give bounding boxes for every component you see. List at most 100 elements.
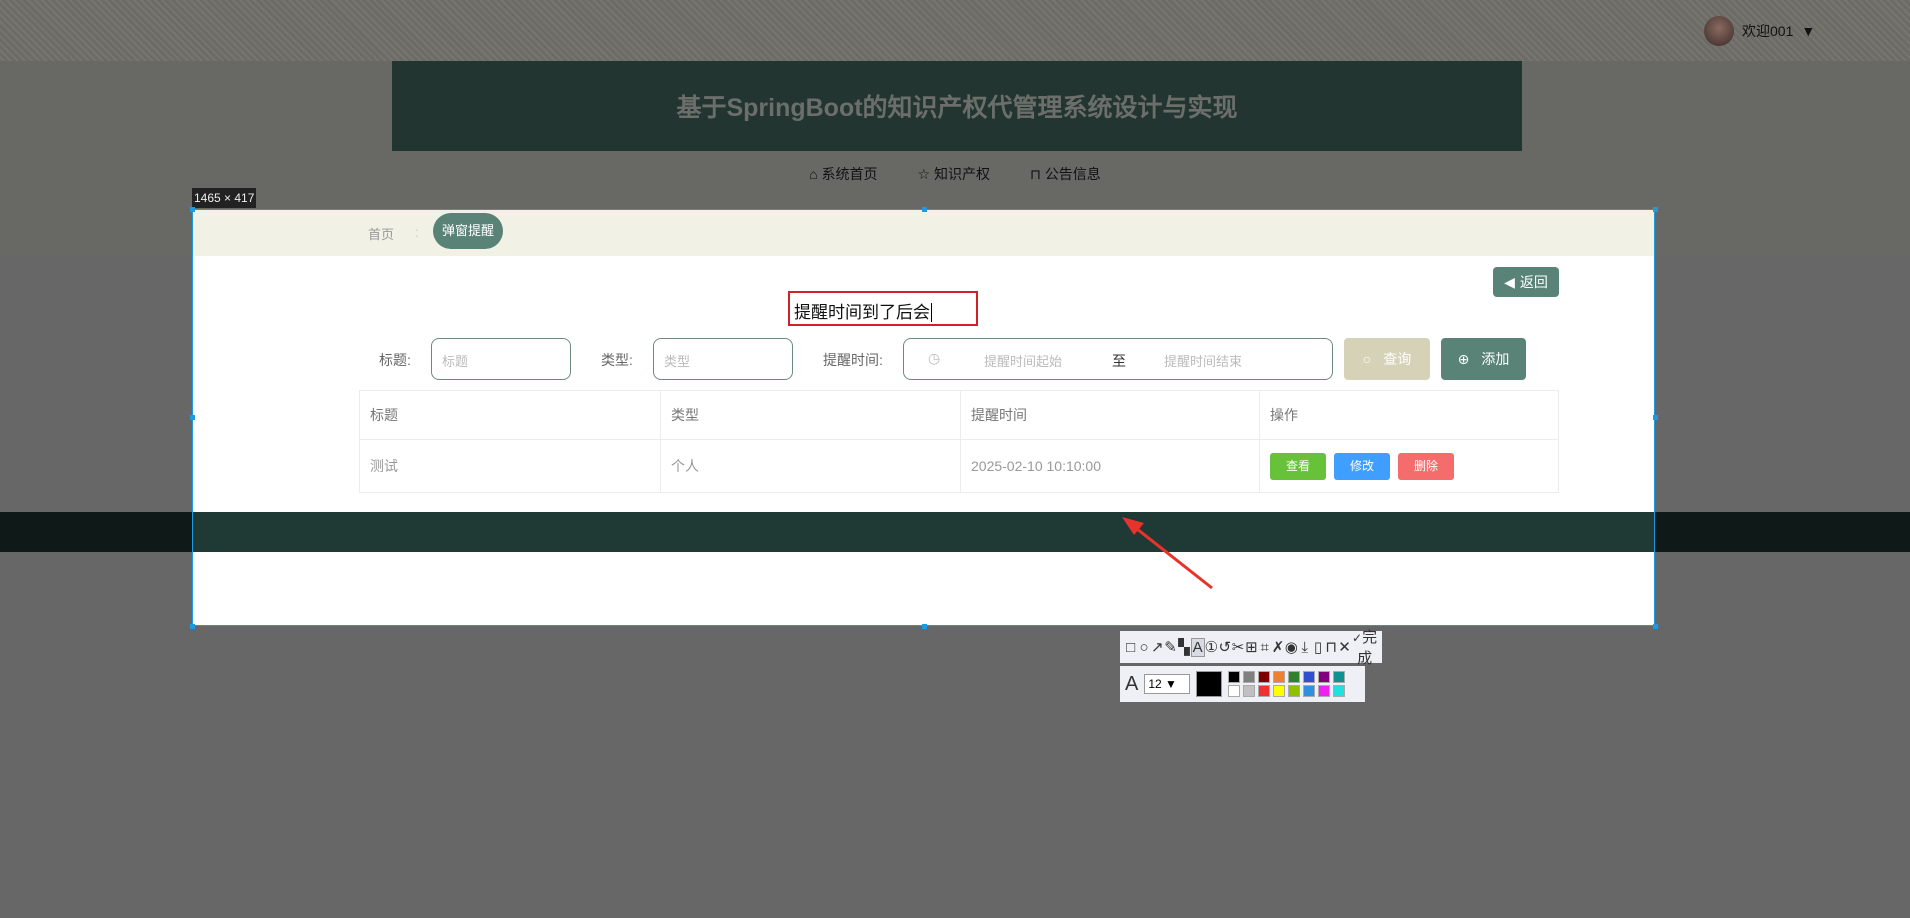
column-header: 操作 bbox=[1259, 390, 1559, 440]
color-swatch[interactable] bbox=[1243, 685, 1256, 697]
breadcrumb: 首页 : 弹窗提醒 bbox=[193, 210, 1654, 256]
color-swatch[interactable] bbox=[1228, 685, 1241, 697]
breadcrumb-separator: : bbox=[415, 224, 419, 240]
scissors-icon[interactable]: ✂ bbox=[1231, 638, 1245, 656]
color-swatch[interactable] bbox=[1243, 671, 1256, 683]
ocr-icon[interactable]: ⌗ bbox=[1258, 639, 1271, 656]
avatar bbox=[1704, 16, 1734, 46]
start-time-input[interactable]: 提醒时间起始 bbox=[984, 351, 1062, 370]
mosaic-icon[interactable]: ▚ bbox=[1177, 638, 1190, 656]
title-label: 标题: bbox=[379, 352, 411, 368]
view-button[interactable]: 查看 bbox=[1270, 452, 1326, 480]
current-color[interactable] bbox=[1196, 671, 1223, 697]
color-swatch[interactable] bbox=[1333, 685, 1346, 697]
color-palette bbox=[1228, 671, 1346, 697]
ellipse-icon[interactable]: ○ bbox=[1137, 639, 1150, 656]
main-nav: ⌂ 系统首页 ☆ 知识产权 ⊓ 公告信息 bbox=[0, 164, 1910, 184]
plus-circle-icon: ⊕ bbox=[1457, 350, 1470, 367]
top-bar bbox=[0, 0, 1910, 61]
bookmark-icon[interactable]: ⊓ bbox=[1325, 638, 1338, 656]
resize-handle[interactable] bbox=[190, 207, 195, 212]
breadcrumb-home[interactable]: 首页 bbox=[368, 224, 394, 243]
site-title-banner: 基于SpringBoot的知识产权代管理系统设计与实现 bbox=[392, 61, 1522, 151]
arrow-icon[interactable]: ↗ bbox=[1151, 638, 1164, 656]
add-button[interactable]: ⊕ 添加 bbox=[1441, 338, 1526, 380]
translate-icon[interactable]: ⊞ bbox=[1245, 638, 1258, 656]
close-icon[interactable]: ✕ bbox=[1338, 638, 1351, 656]
pin-icon[interactable]: ✗ bbox=[1271, 638, 1285, 656]
footer-band-inner bbox=[193, 512, 1654, 552]
welcome-text: 欢迎001 bbox=[1742, 23, 1794, 39]
text-cursor bbox=[931, 303, 932, 322]
color-swatch[interactable] bbox=[1303, 685, 1316, 697]
breadcrumb-current: 弹窗提醒 bbox=[433, 213, 504, 249]
resize-handle[interactable] bbox=[1653, 624, 1658, 629]
column-header: 标题 bbox=[359, 390, 661, 440]
resize-handle[interactable] bbox=[922, 624, 927, 629]
title-input[interactable]: 标题 bbox=[431, 338, 571, 380]
back-button[interactable]: ◀ 返回 bbox=[1493, 267, 1559, 297]
star-icon: ☆ bbox=[917, 166, 934, 182]
resize-handle[interactable] bbox=[1653, 415, 1658, 420]
color-swatch[interactable] bbox=[1258, 671, 1271, 683]
cell-title: 测试 bbox=[359, 439, 661, 493]
capture-toolbar: □ ○ ↗ ✎ ▚ A ① ↺ ✂ ⊞ ⌗ ✗ ◉ ⤓ ▯ ⊓ ✕ ✓完成 bbox=[1120, 629, 1382, 667]
rectangle-icon[interactable]: □ bbox=[1124, 639, 1137, 656]
pencil-icon[interactable]: ✎ bbox=[1164, 638, 1177, 656]
color-swatch[interactable] bbox=[1228, 671, 1241, 683]
clock-icon: ◷ bbox=[928, 350, 941, 366]
cell-time: 2025-02-10 10:10:00 bbox=[960, 439, 1260, 493]
color-swatch[interactable] bbox=[1258, 685, 1271, 697]
font-size-select[interactable]: 12 ▼ bbox=[1144, 674, 1191, 694]
color-swatch[interactable] bbox=[1288, 685, 1301, 697]
text-annotation[interactable]: 提醒时间到了后会 bbox=[788, 291, 978, 326]
range-separator: 至 bbox=[1112, 353, 1126, 369]
capture-selection[interactable]: 首页 : 弹窗提醒 ◀ 返回 提醒时间到了后会 标题: 标题 类型: 类型 提醒时… bbox=[192, 209, 1655, 626]
arrow-annotation[interactable] bbox=[1110, 505, 1230, 600]
user-menu[interactable]: 欢迎001 ▼ bbox=[1704, 16, 1815, 46]
color-swatch[interactable] bbox=[1273, 671, 1286, 683]
site-title: 基于SpringBoot的知识产权代管理系统设计与实现 bbox=[676, 94, 1238, 122]
capture-size-label: 1465 × 417 bbox=[192, 188, 257, 208]
time-range-picker[interactable]: ◷ 提醒时间起始 至 提醒时间结束 bbox=[903, 338, 1333, 380]
end-time-input[interactable]: 提醒时间结束 bbox=[1164, 351, 1242, 370]
resize-handle[interactable] bbox=[190, 624, 195, 629]
query-button[interactable]: ○ 查询 bbox=[1344, 338, 1430, 380]
check-icon[interactable]: ✓完成 bbox=[1351, 626, 1378, 668]
record-icon[interactable]: ◉ bbox=[1285, 638, 1298, 656]
color-swatch[interactable] bbox=[1318, 671, 1331, 683]
delete-button[interactable]: 删除 bbox=[1398, 452, 1454, 480]
color-swatch[interactable] bbox=[1273, 685, 1286, 697]
number-icon[interactable]: ① bbox=[1205, 638, 1218, 656]
undo-icon[interactable]: ↺ bbox=[1218, 638, 1231, 656]
search-icon: ○ bbox=[1362, 351, 1372, 367]
nav-ip[interactable]: ☆ 知识产权 bbox=[918, 164, 990, 184]
type-label: 类型: bbox=[601, 352, 633, 368]
table-header: 标题 类型 提醒时间 操作 bbox=[359, 390, 1559, 440]
reminder-table: 标题 类型 提醒时间 操作 测试 个人 2025-02-10 10:10:00 … bbox=[359, 390, 1559, 493]
color-swatch[interactable] bbox=[1333, 671, 1346, 683]
type-input[interactable]: 类型 bbox=[653, 338, 793, 380]
edit-button[interactable]: 修改 bbox=[1334, 452, 1390, 480]
caret-left-icon: ◀ bbox=[1504, 273, 1515, 290]
nav-home[interactable]: ⌂ 系统首页 bbox=[809, 164, 877, 184]
font-icon: A bbox=[1125, 672, 1139, 695]
table-row: 测试 个人 2025-02-10 10:10:00 查看 修改 删除 bbox=[359, 439, 1559, 493]
phone-icon[interactable]: ▯ bbox=[1311, 638, 1324, 656]
bag-icon: ⊓ bbox=[1029, 166, 1045, 182]
color-swatch[interactable] bbox=[1318, 685, 1331, 697]
home-icon: ⌂ bbox=[809, 166, 822, 182]
text-icon[interactable]: A bbox=[1190, 637, 1205, 657]
resize-handle[interactable] bbox=[922, 207, 927, 212]
cell-type: 个人 bbox=[660, 439, 961, 493]
color-swatch[interactable] bbox=[1288, 671, 1301, 683]
resize-handle[interactable] bbox=[190, 415, 195, 420]
time-label: 提醒时间: bbox=[823, 352, 883, 368]
nav-notice[interactable]: ⊓ 公告信息 bbox=[1030, 164, 1101, 184]
column-header: 提醒时间 bbox=[960, 390, 1260, 440]
download-icon[interactable]: ⤓ bbox=[1298, 639, 1311, 656]
color-swatch[interactable] bbox=[1303, 671, 1316, 683]
resize-handle[interactable] bbox=[1653, 207, 1658, 212]
column-header: 类型 bbox=[660, 390, 961, 440]
caret-down-icon: ▼ bbox=[1801, 23, 1816, 39]
